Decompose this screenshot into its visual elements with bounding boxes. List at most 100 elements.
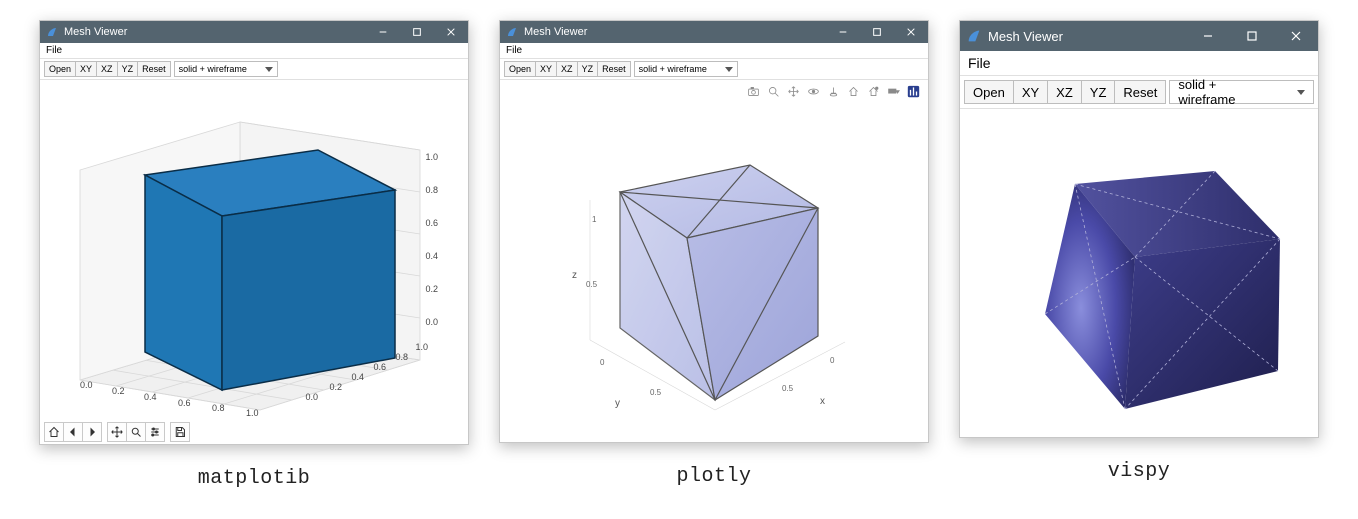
menu-file[interactable]: File [506,45,522,56]
x-tick: 0.6 [178,398,191,408]
back-icon[interactable] [63,422,83,442]
x-tick: 1.0 [246,408,259,418]
camera-icon[interactable] [746,84,760,98]
x-tick: 0.4 [144,392,157,402]
toolbar: Open XY XZ YZ Reset solid + wireframe [40,59,468,80]
minimize-button[interactable] [1186,21,1230,51]
reset-button[interactable]: Reset [1114,80,1166,104]
render-mode-select[interactable]: solid + wireframe [1169,80,1314,104]
reset-camera-default-icon[interactable] [846,84,860,98]
window-title: Mesh Viewer [524,26,587,38]
xy-button[interactable]: XY [75,61,97,77]
forward-icon[interactable] [82,422,102,442]
z-tick: 0.6 [425,218,438,228]
window-title: Mesh Viewer [64,26,127,38]
xz-button[interactable]: XZ [96,61,118,77]
render-mode-select[interactable]: solid + wireframe [174,61,278,77]
minimize-button[interactable] [826,21,860,43]
app-icon [46,26,58,38]
menu-file[interactable]: File [968,55,991,71]
z-tick: 1.0 [425,152,438,162]
window-titlebar: Mesh Viewer [500,21,928,43]
window-titlebar: Mesh Viewer [40,21,468,43]
open-button[interactable]: Open [964,80,1014,104]
mpl-nav-toolbar [40,420,468,444]
maximize-button[interactable] [1230,21,1274,51]
xy-button[interactable]: XY [535,61,557,77]
app-icon [506,26,518,38]
chevron-down-icon [1297,90,1305,95]
x-tick: 0.8 [212,403,225,413]
home-icon[interactable] [44,422,64,442]
y-tick: 0.2 [329,382,342,392]
window-title: Mesh Viewer [988,29,1063,44]
plotly-modebar [746,84,920,98]
xz-button[interactable]: XZ [1047,80,1082,104]
y-tick: 0.8 [395,352,408,362]
window-titlebar: Mesh Viewer [960,21,1318,51]
z-axis-label: z [572,270,577,281]
toolbar: Open XY XZ YZ Reset solid + wireframe [500,59,928,80]
close-button[interactable] [434,21,468,43]
y-tick: 0.5 [650,388,661,397]
open-button[interactable]: Open [504,61,536,77]
pan-icon[interactable] [786,84,800,98]
x-tick: 0.5 [782,384,793,393]
x-tick: 0.2 [112,386,125,396]
configure-icon[interactable] [145,422,165,442]
chevron-down-icon [265,67,273,72]
close-button[interactable] [894,21,928,43]
pan-icon[interactable] [107,422,127,442]
z-tick: 0.5 [586,280,597,289]
plot-canvas[interactable] [960,109,1318,437]
render-mode-select[interactable]: solid + wireframe [634,61,738,77]
render-mode-label: solid + wireframe [639,64,707,74]
turntable-icon[interactable] [826,84,840,98]
xy-button[interactable]: XY [1013,80,1048,104]
z-tick: 0.0 [425,317,438,327]
xz-button[interactable]: XZ [556,61,578,77]
caption: vispy [1108,460,1171,483]
x-tick: 0 [830,356,834,365]
maximize-button[interactable] [860,21,894,43]
yz-button[interactable]: YZ [117,61,139,77]
menubar: File [960,51,1318,76]
y-tick: 1.0 [415,342,428,352]
zoom-icon[interactable] [126,422,146,442]
plot-canvas[interactable]: z 1 0.5 y 0 0.5 x 0 0.5 [500,80,928,442]
y-tick: 0.4 [351,372,364,382]
z-tick: 0.4 [425,251,438,261]
reset-camera-last-icon[interactable] [866,84,880,98]
x-axis-label: x [820,396,825,407]
menubar: File [500,43,928,59]
y-tick: 0 [600,358,604,367]
zoom-icon[interactable] [766,84,780,98]
app-icon [966,28,982,44]
z-tick: 0.2 [425,284,438,294]
y-tick: 0.0 [305,392,318,402]
caption: plotly [676,465,751,488]
plotly-logo-icon[interactable] [906,84,920,98]
save-icon[interactable] [170,422,190,442]
open-button[interactable]: Open [44,61,76,77]
hover-icon[interactable] [886,84,900,98]
x-tick: 0.0 [80,380,93,390]
y-axis-label: y [615,398,620,409]
menubar: File [40,43,468,59]
maximize-button[interactable] [400,21,434,43]
plot-canvas[interactable]: 1.0 0.8 0.6 0.4 0.2 0.0 1.0 0.8 0.6 0.4 … [40,80,468,420]
render-mode-label: solid + wireframe [179,64,247,74]
menu-file[interactable]: File [46,45,62,56]
z-tick: 1 [592,215,596,224]
y-tick: 0.6 [373,362,386,372]
minimize-button[interactable] [366,21,400,43]
chevron-down-icon [725,67,733,72]
yz-button[interactable]: YZ [577,61,599,77]
orbit-icon[interactable] [806,84,820,98]
z-tick: 0.8 [425,185,438,195]
caption: matplotib [198,467,311,490]
reset-button[interactable]: Reset [597,61,631,77]
reset-button[interactable]: Reset [137,61,171,77]
yz-button[interactable]: YZ [1081,80,1116,104]
close-button[interactable] [1274,21,1318,51]
